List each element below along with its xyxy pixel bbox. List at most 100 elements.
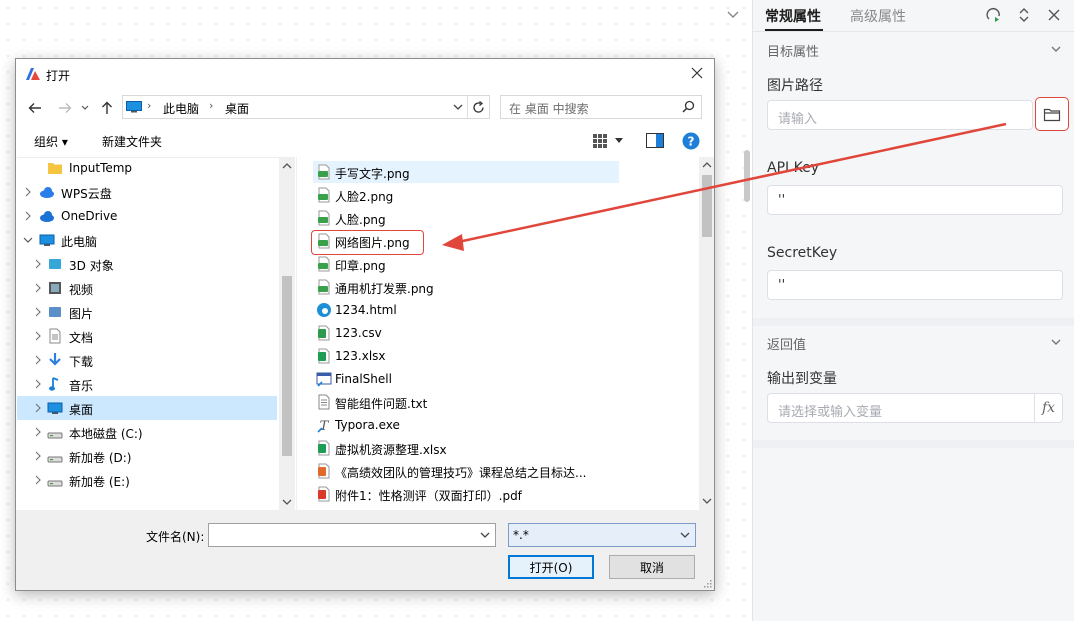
sidebar-item[interactable]: 新加卷 (E:) [17,468,277,492]
sidebar-item[interactable]: 音乐 [17,372,277,396]
chevron-down-icon[interactable] [679,529,691,541]
file-list-item[interactable]: 1234.html [313,299,619,321]
section-target-properties[interactable]: 目标属性 [767,41,819,60]
file-list-item[interactable]: 手写文字.png [313,161,619,183]
sidebar-item[interactable]: 视频 [17,276,277,300]
scroll-up-icon[interactable] [702,161,712,169]
cancel-button[interactable]: 取消 [609,555,695,579]
file-type-filter-select[interactable]: *.* [508,523,696,547]
resize-grip-icon[interactable] [702,578,712,588]
chevron-down-icon[interactable] [479,529,491,541]
file-list-item[interactable]: 《高绩效团队的管理技巧》课程总结之目标达... [313,460,619,482]
new-folder-button[interactable]: 新建文件夹 [102,133,162,150]
sidebar-item[interactable]: 下载 [17,348,277,372]
file-list-item[interactable]: 人脸2.png [313,184,619,206]
filename-input[interactable] [208,523,496,547]
sidebar-item[interactable]: 文档 [17,324,277,348]
secret-key-input[interactable]: '' [767,270,1063,300]
fx-expression-button[interactable]: fx [1034,394,1062,422]
chevron-down-icon[interactable] [726,8,740,20]
chevron-right-icon[interactable] [33,378,43,390]
sidebar-item[interactable]: 桌面 [17,396,277,420]
scroll-thumb[interactable] [282,276,292,456]
sidebar-item[interactable]: 3D 对象 [17,252,277,276]
file-list-item[interactable]: 附件1：性格测评（双面打印）.pdf [313,483,619,505]
scroll-down-icon[interactable] [702,497,712,505]
preview-pane-icon[interactable] [646,133,664,148]
tab-general-properties[interactable]: 常规属性 [765,6,821,26]
organize-button[interactable]: 组织 ▾ [34,133,68,150]
chevron-down-icon[interactable] [452,99,464,115]
up-arrow-icon[interactable] [98,99,116,117]
section-return-value[interactable]: 返回值 [767,334,806,353]
api-key-input[interactable]: '' [767,185,1063,215]
collapse-expand-icon[interactable] [1015,6,1033,24]
sidebar-item-label: 视频 [69,283,94,297]
chevron-right-icon[interactable] [33,258,43,270]
search-input[interactable]: 在 桌面 中搜索 [500,95,702,119]
file-list-item[interactable]: 人脸.png [313,207,619,229]
refresh-icon[interactable] [467,96,489,118]
scroll-down-icon[interactable] [282,498,292,506]
sidebar-item[interactable]: OneDrive [17,204,277,228]
recent-locations-chevron-icon[interactable] [80,99,90,117]
navigation-scrollbar[interactable] [279,158,295,510]
sidebar-item[interactable]: WPS云盘 [17,180,277,204]
desktop-icon [47,402,63,414]
dialog-titlebar[interactable]: 打开 [16,59,714,89]
chevron-right-icon[interactable] [23,210,33,222]
navigation-bar: › 此电脑 › 桌面 在 桌面 中搜索 [16,95,714,121]
open-button[interactable]: 打开(O) [508,555,594,579]
scroll-up-icon[interactable] [282,162,292,170]
chevron-down-icon[interactable] [615,138,623,144]
sidebar-item[interactable]: 此电脑 [17,228,277,252]
output-variable-input[interactable]: 请选择或输入变量 fx [767,393,1063,423]
address-bar[interactable]: › 此电脑 › 桌面 [122,95,490,119]
chevron-right-icon[interactable] [33,330,43,342]
file-list-item[interactable]: 虚拟机资源整理.xlsx [313,437,619,459]
file-list-scrollbar[interactable] [699,157,714,510]
image-path-input[interactable]: 请输入 [767,100,1033,130]
xlsx-file-icon [318,348,330,364]
sidebar-item[interactable]: InputTemp [17,158,277,180]
sidebar-item[interactable]: 图片 [17,300,277,324]
chevron-right-icon[interactable] [33,282,43,294]
file-list-item[interactable]: 智能组件问题.txt [313,391,619,413]
view-options-icon[interactable] [592,133,608,149]
breadcrumb-this-pc[interactable]: 此电脑 [163,100,199,117]
file-list-item[interactable]: FinalShell [313,368,619,390]
file-list-item[interactable]: T Typora.exe [313,414,619,436]
file-list-item[interactable]: 通用机打发票.png [313,276,619,298]
tab-advanced-properties[interactable]: 高级属性 [850,6,906,26]
navigation-pane[interactable]: InputTemp WPS云盘 OneDrive 此电脑 3D 对象视频图片 文档 下载 音乐… [17,157,295,510]
chevron-right-icon[interactable] [33,354,43,366]
file-list-item[interactable]: 123.xlsx [313,345,619,367]
chevron-down-icon[interactable] [23,234,33,246]
help-icon[interactable]: ? [682,132,700,150]
canvas-scrollbar[interactable] [744,150,750,202]
browse-folder-button[interactable] [1035,97,1069,131]
chevron-down-icon[interactable] [1050,43,1062,55]
chevron-right-icon[interactable] [33,426,43,438]
breadcrumb-desktop[interactable]: 桌面 [225,100,249,117]
secret-key-label: SecretKey [767,245,838,261]
file-list-pane[interactable]: 手写文字.png 人脸2.png 人脸.png 网络图片.png 印章.png 通用机打发… [296,157,714,510]
close-icon[interactable] [690,66,704,80]
sidebar-item[interactable]: 本地磁盘 (C:) [17,420,277,444]
file-list-item[interactable]: 印章.png [313,253,619,275]
api-key-label: API Key [767,160,819,176]
file-list-item[interactable]: 123.csv [313,322,619,344]
close-icon[interactable] [1045,6,1063,24]
sidebar-item[interactable]: 新加卷 (D:) [17,444,277,468]
scroll-thumb[interactable] [702,175,712,237]
forward-arrow-icon[interactable] [56,99,74,117]
chevron-right-icon[interactable] [33,474,43,486]
chevron-right-icon[interactable] [23,186,33,198]
chevron-down-icon[interactable] [1050,336,1062,348]
back-arrow-icon[interactable] [26,99,44,117]
run-icon[interactable] [985,6,1003,24]
chevron-right-icon[interactable] [33,450,43,462]
file-name: 人脸.png [335,213,386,227]
chevron-right-icon[interactable] [33,402,43,414]
chevron-right-icon[interactable] [33,306,43,318]
